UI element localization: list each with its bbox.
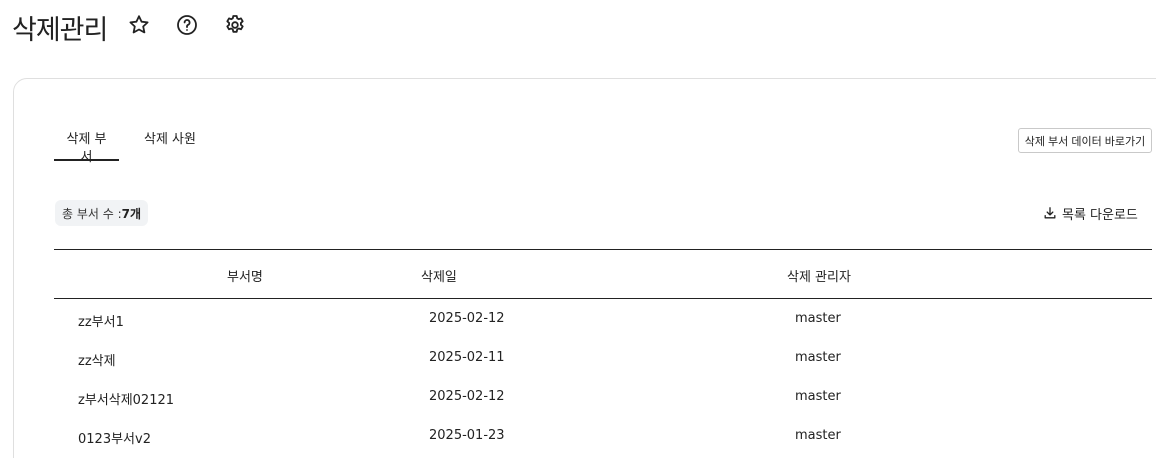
department-name-cell: zz부서1 — [78, 315, 124, 330]
count-label: 총 부서 수 : — [62, 206, 122, 221]
deleted-date-cell: 2025-01-23 — [429, 428, 505, 443]
help-icon[interactable] — [174, 12, 200, 38]
deleted-by-cell: master — [795, 311, 841, 326]
deleted-by-cell: master — [795, 389, 841, 404]
table-row[interactable]: z부서삭제02121 2025-02-12 master — [54, 377, 1152, 416]
department-name-cell: z부서삭제02121 — [78, 393, 175, 408]
gear-icon[interactable] — [222, 12, 248, 38]
table-row[interactable]: 0123부서v2 2025-01-23 master — [54, 416, 1152, 455]
deleted-by-cell: master — [795, 350, 841, 365]
table-row[interactable]: zz삭제 2025-02-11 master — [54, 338, 1152, 377]
department-count-badge: 총 부서 수 : 7개 — [55, 200, 149, 226]
tab-deleted-departments[interactable]: 삭제 부서 — [54, 131, 119, 165]
deleted-date-cell: 2025-02-11 — [429, 350, 505, 365]
download-icon — [1044, 207, 1056, 219]
tab-deleted-employees[interactable]: 삭제 사원 — [136, 131, 204, 161]
count-value: 7개 — [121, 206, 142, 221]
deleted-date-cell: 2025-02-12 — [429, 311, 505, 326]
deleted-by-cell: master — [795, 428, 841, 443]
star-icon[interactable] — [126, 12, 152, 38]
download-list-button[interactable]: 목록 다운로드 — [1043, 204, 1138, 223]
deleted-department-data-shortcut-button[interactable]: 삭제 부서 데이터 바로가기 — [1018, 128, 1152, 153]
deleted-departments-table: 부서명 삭제일 삭제 관리자 zz부서1 2025-02-12 master z… — [54, 249, 1152, 455]
department-name-cell: zz삭제 — [78, 354, 116, 369]
download-label: 목록 다운로드 — [1062, 207, 1138, 223]
column-header-deleted-date: 삭제일 — [421, 270, 457, 285]
column-header-deleted-by: 삭제 관리자 — [787, 270, 851, 285]
page-title: 삭제관리 — [12, 15, 108, 46]
department-name-cell: 0123부서v2 — [78, 432, 151, 447]
deleted-date-cell: 2025-02-12 — [429, 389, 505, 404]
column-header-department-name: 부서명 — [227, 270, 263, 285]
table-row[interactable]: zz부서1 2025-02-12 master — [54, 299, 1152, 338]
table-header: 부서명 삭제일 삭제 관리자 — [54, 249, 1152, 299]
